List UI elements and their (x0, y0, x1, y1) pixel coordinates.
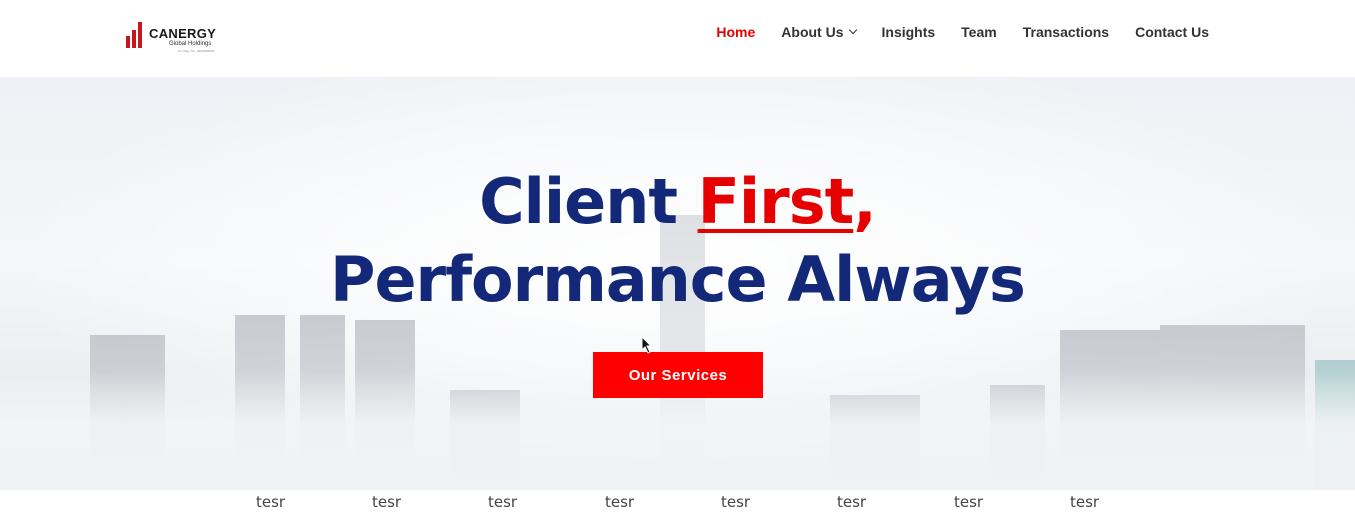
hero-headline: Client First, Performance Always (0, 163, 1355, 319)
nav-transactions[interactable]: Transactions (1023, 24, 1109, 40)
mouse-cursor-icon (641, 336, 653, 354)
nav-home-label: Home (716, 24, 756, 40)
site-header: CANERGY Global Holdings Co. Reg. No.: 20… (0, 0, 1355, 77)
nav-insights[interactable]: Insights (882, 24, 936, 40)
nav-home[interactable]: Home (716, 24, 755, 40)
logo-tagline: Co. Reg. No.: 202209066H (178, 49, 215, 53)
nav-contact-us-label: Contact Us (1135, 24, 1209, 40)
nav-about-us-label: About Us (781, 24, 844, 40)
headline-part1: Client (479, 165, 698, 238)
bottom-item: tesr (721, 493, 751, 511)
chevron-down-icon (848, 25, 857, 35)
logo-subtitle: Global Holdings (169, 41, 212, 47)
nav-transactions-label: Transactions (1022, 24, 1110, 40)
canergy-logo[interactable]: CANERGY Global Holdings Co. Reg. No.: 20… (126, 20, 226, 54)
headline-line2: Performance Always (330, 243, 1026, 316)
bottom-item: tesr (256, 493, 286, 511)
nav-about-us[interactable]: About Us (781, 24, 857, 40)
nav-team-label: Team (961, 24, 997, 40)
nav-contact-us[interactable]: Contact Us (1135, 24, 1209, 40)
our-services-button[interactable]: Our Services (593, 352, 763, 398)
nav-insights-label: Insights (881, 24, 936, 40)
headline-comma: , (853, 165, 877, 238)
nav-team[interactable]: Team (961, 24, 997, 40)
bottom-item: tesr (372, 493, 402, 511)
bottom-item: tesr (605, 493, 635, 511)
hero-section: Client First, Performance Always Our Ser… (0, 77, 1355, 490)
bottom-strip: tesr tesr tesr tesr tesr tesr tesr tesr (0, 490, 1355, 520)
bottom-item: tesr (954, 493, 984, 511)
bottom-item: tesr (1070, 493, 1100, 511)
logo-wordmark: CANERGY (149, 26, 217, 41)
bottom-item: tesr (837, 493, 867, 511)
main-nav: Home About Us Insights Team Transactions… (716, 24, 1209, 40)
bar-chart-logo-icon (126, 22, 146, 48)
bottom-item: tesr (488, 493, 518, 511)
headline-highlight: First (697, 165, 855, 238)
